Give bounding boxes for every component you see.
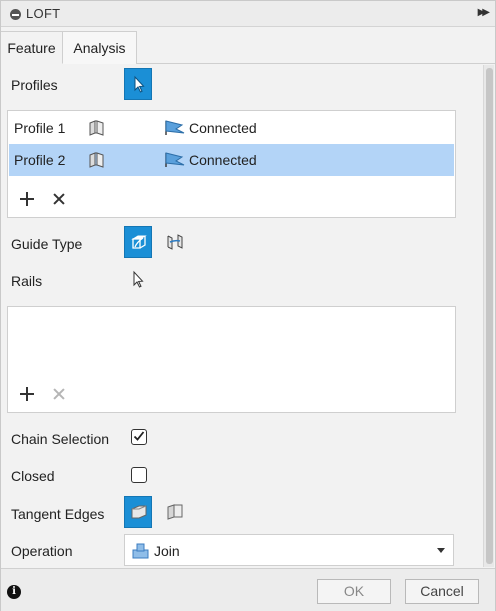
closed-checkbox[interactable] (131, 467, 147, 483)
operation-dropdown[interactable]: Join (124, 534, 454, 566)
join-icon (132, 543, 149, 559)
tab-strip: Feature Analysis (1, 28, 495, 64)
guide-type-centerline-button[interactable] (161, 226, 189, 258)
tab-analysis[interactable]: Analysis (63, 31, 137, 64)
profile-name: Profile 1 (14, 120, 66, 136)
dialog-title: LOFT (26, 6, 61, 21)
operation-label: Operation (11, 543, 73, 559)
minus-circle-icon (10, 9, 21, 20)
profiles-list: Profile 1 Connected Profile 2 Connected (7, 110, 456, 218)
profile-name: Profile 2 (14, 152, 66, 168)
tangent-edges-separate-button[interactable] (161, 496, 189, 528)
profile-shape-icon (89, 120, 104, 136)
ok-button[interactable]: OK (317, 579, 391, 604)
cursor-arrow-icon (133, 270, 144, 288)
info-icon[interactable]: i (7, 585, 21, 599)
chain-selection-checkbox[interactable] (131, 429, 147, 445)
list-item-profile-2[interactable]: Profile 2 Connected (9, 144, 454, 176)
profiles-select-button[interactable] (124, 68, 152, 100)
chain-selection-label: Chain Selection (11, 431, 110, 447)
rails-label: Rails (11, 273, 43, 289)
flag-icon (165, 152, 185, 167)
scrollbar-thumb[interactable] (486, 68, 493, 564)
x-icon (53, 388, 65, 400)
double-chevron-right-icon[interactable]: ▶▶ (478, 7, 491, 18)
plus-icon[interactable] (20, 192, 34, 206)
tangent-edges-merge-button[interactable] (124, 496, 152, 528)
flag-icon (165, 120, 185, 135)
dialog-footer: i OK Cancel (1, 568, 495, 611)
feature-panel: Profiles Profile 1 Connected Profile 2 C… (1, 65, 482, 567)
profile-status: Connected (189, 152, 257, 168)
operation-value: Join (154, 543, 180, 559)
title-bar[interactable]: LOFT ▶▶ (1, 1, 495, 27)
rails-list (7, 306, 456, 413)
plus-icon[interactable] (20, 387, 34, 401)
checkmark-icon (133, 431, 145, 441)
guide-type-label: Guide Type (11, 236, 83, 252)
vertical-scrollbar[interactable] (483, 65, 494, 567)
guide-type-rails-button[interactable] (124, 226, 152, 258)
closed-label: Closed (11, 468, 55, 484)
rails-select-button[interactable] (124, 264, 152, 296)
cursor-arrow-icon (134, 75, 145, 93)
tangent-edges-label: Tangent Edges (11, 506, 105, 522)
rails-guide-icon (131, 235, 147, 249)
profile-shape-icon (89, 152, 104, 168)
profile-status: Connected (189, 120, 257, 136)
loft-dialog: LOFT ▶▶ Feature Analysis Profiles Profil… (0, 0, 496, 611)
profiles-label: Profiles (11, 77, 58, 93)
tangent-separate-icon (167, 504, 183, 520)
chevron-down-icon (437, 548, 445, 553)
cancel-button[interactable]: Cancel (405, 579, 479, 604)
x-icon[interactable] (53, 193, 65, 205)
list-item-profile-1[interactable]: Profile 1 Connected (9, 112, 454, 144)
tab-feature[interactable]: Feature (1, 31, 63, 64)
tangent-merge-icon (131, 505, 147, 519)
centerline-guide-icon (167, 234, 183, 250)
